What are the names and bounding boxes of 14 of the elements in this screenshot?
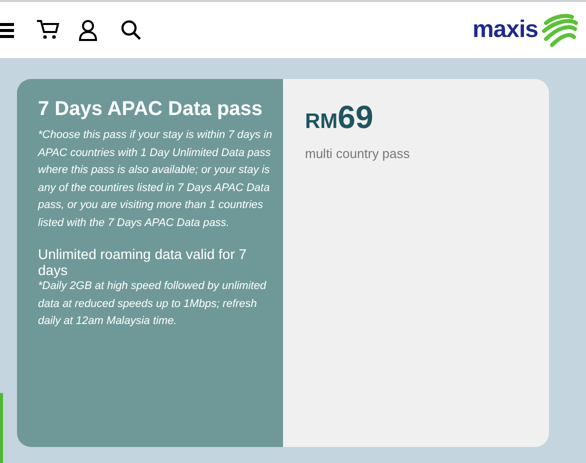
accent-bar [0,393,3,463]
user-icon[interactable] [78,19,98,41]
price-caption: multi country pass [305,144,411,163]
swirl-logo-icon [542,13,578,47]
pass-note: *Choose this pass if your stay is within 7 days in APAC countries with 1 Day Unlimited Data pass where this pass is also available; or your stay is any of the countires listed in 7 Days APAC Data pass, or you are visiting more than 1 countries listed with the 7 Days APAC Data pass. [38,128,274,230]
menu-icon[interactable] [0,21,14,39]
feature-text: Unlimited roaming data valid for 7 days [38,246,248,278]
currency-label: RM [305,110,338,133]
price-amount: 69 [338,99,374,135]
feature-note: *Daily 2GB at high speed followed by unlimited data at reduced speeds up to 1Mbps; refresh daily at 12am Malaysia time. [38,279,268,329]
logo-text[interactable]: maxis [472,12,538,48]
pass-title: 7 Days APAC Data pass [38,97,264,121]
cart-icon[interactable] [36,19,60,41]
search-icon[interactable] [120,19,142,41]
